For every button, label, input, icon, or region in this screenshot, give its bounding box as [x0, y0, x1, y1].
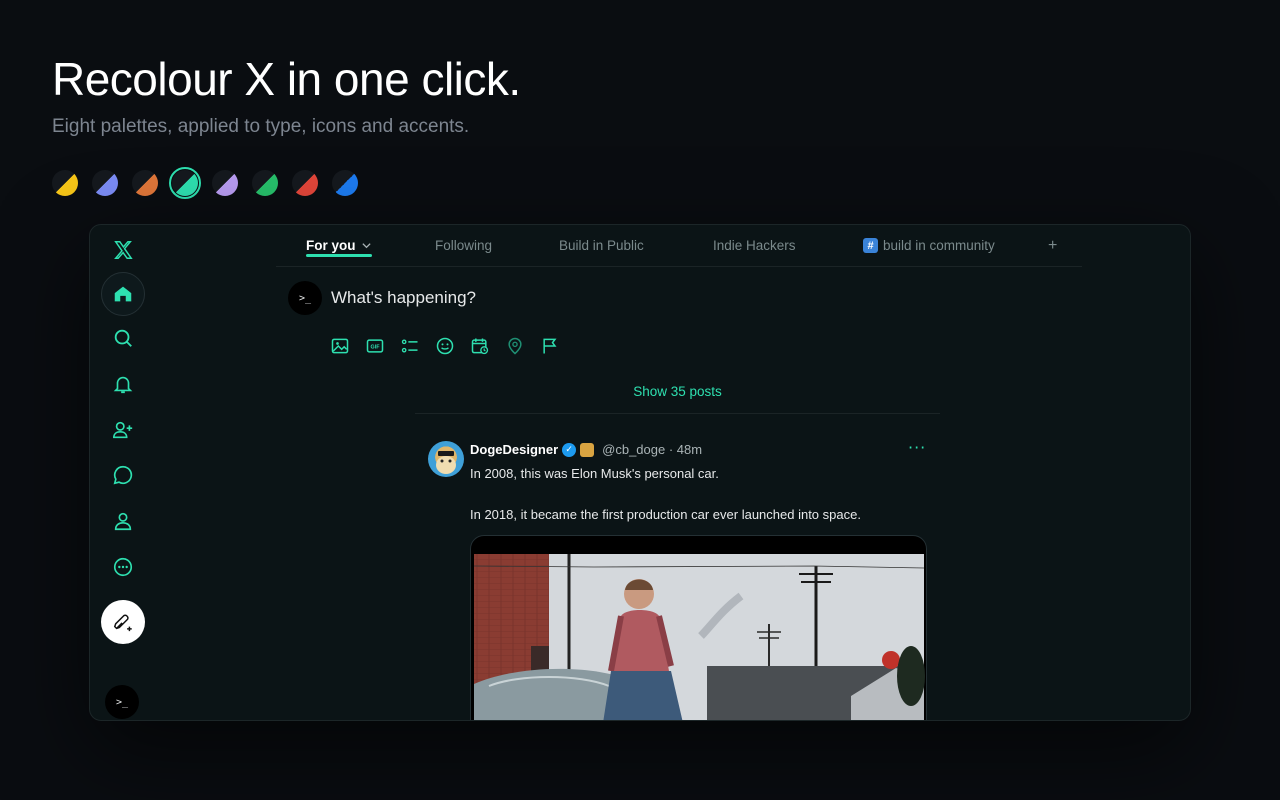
chevron-down-icon — [361, 243, 371, 249]
tweet-author-avatar[interactable] — [428, 441, 464, 477]
home-icon[interactable] — [101, 272, 145, 316]
tab-label: build in community — [883, 238, 995, 253]
palette-swatches — [52, 167, 358, 199]
composer-toolbar: GIF — [330, 336, 560, 356]
palette-swatch-orange[interactable] — [132, 170, 158, 196]
flag-icon[interactable] — [540, 336, 560, 356]
svg-text:GIF: GIF — [370, 345, 380, 351]
notifications-bell-icon[interactable] — [101, 362, 145, 406]
palette-swatch-green[interactable] — [252, 170, 278, 196]
palette-swatch-teal[interactable] — [169, 167, 201, 199]
hero-title: Recolour X in one click. — [52, 53, 521, 105]
compose-post-icon[interactable] — [101, 600, 145, 644]
composer-avatar: >_ — [288, 281, 322, 315]
emoji-icon[interactable] — [435, 336, 455, 356]
palette-swatch-blue[interactable] — [332, 170, 358, 196]
tab-label: Following — [435, 238, 493, 253]
x-app-frame: >_ For you Following Build in Public Ind… — [89, 224, 1191, 721]
location-icon[interactable] — [505, 336, 525, 356]
tweet-handle-time[interactable]: @cb_doge · 48m — [602, 442, 702, 457]
gif-icon[interactable]: GIF — [365, 336, 385, 356]
tweet-text-line-1: In 2008, this was Elon Musk's personal c… — [470, 466, 719, 481]
tab-build-in-public[interactable]: Build in Public — [559, 225, 644, 267]
palette-swatch-lavender[interactable] — [212, 170, 238, 196]
tweet-media-image[interactable] — [470, 535, 927, 720]
tab-for-you[interactable]: For you — [306, 225, 372, 267]
messages-chat-icon[interactable] — [101, 453, 145, 497]
palette-swatch-periwinkle[interactable] — [92, 170, 118, 196]
tab-label: For you — [306, 238, 356, 253]
community-hash-icon: # — [863, 238, 878, 253]
tweet-author-name[interactable]: DogeDesigner — [470, 442, 558, 457]
tab-label: Build in Public — [559, 238, 644, 253]
x-logo-icon[interactable] — [101, 228, 145, 272]
account-avatar[interactable]: >_ — [105, 685, 139, 719]
tweet-text-line-2: In 2018, it became the first production … — [470, 507, 861, 522]
more-options-icon[interactable] — [101, 545, 145, 589]
tab-label: Indie Hackers — [713, 238, 796, 253]
show-new-posts-button[interactable]: Show 35 posts — [415, 369, 940, 414]
profile-icon[interactable] — [101, 499, 145, 543]
add-tab-button[interactable]: + — [1048, 225, 1057, 267]
sidebar-rail: >_ — [90, 225, 156, 720]
affiliate-badge-icon — [580, 442, 595, 457]
hero-subtitle: Eight palettes, applied to type, icons a… — [52, 116, 470, 137]
tweet-more-icon[interactable]: ··· — [908, 438, 926, 457]
tab-build-in-community[interactable]: # build in community — [863, 225, 995, 267]
palette-swatch-yellow[interactable] — [52, 170, 78, 196]
timeline-tabs: For you Following Build in Public Indie … — [276, 225, 1082, 267]
image-icon[interactable] — [330, 336, 350, 356]
composer-input[interactable]: What's happening? — [331, 288, 476, 308]
tweet-header: DogeDesigner ✓ @cb_doge · 48m — [470, 442, 702, 457]
follow-user-icon[interactable] — [101, 408, 145, 452]
schedule-icon[interactable] — [470, 336, 490, 356]
search-icon[interactable] — [101, 316, 145, 360]
poll-icon[interactable] — [400, 336, 420, 356]
tab-following[interactable]: Following — [435, 225, 492, 267]
palette-swatch-red[interactable] — [292, 170, 318, 196]
verified-badge-icon: ✓ — [562, 442, 577, 457]
tab-indie-hackers[interactable]: Indie Hackers — [713, 225, 796, 267]
